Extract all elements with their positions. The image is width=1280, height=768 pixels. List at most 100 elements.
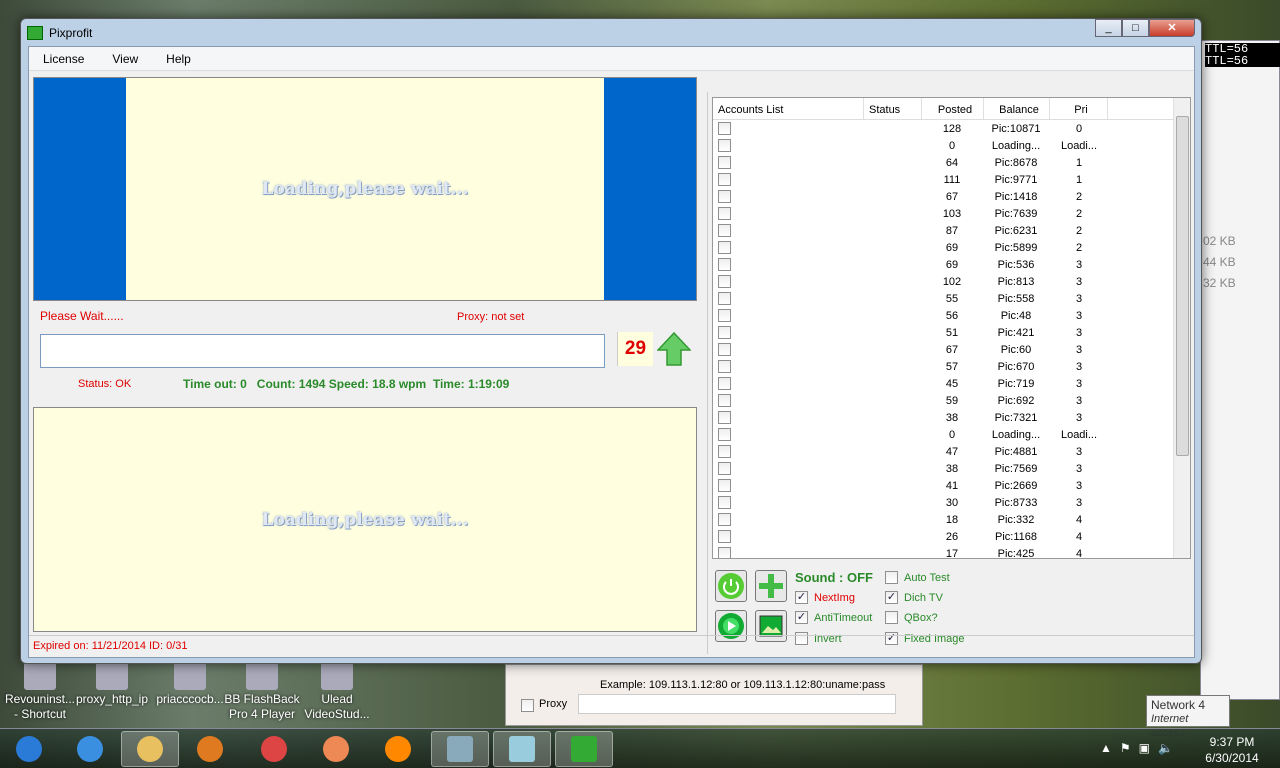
row-checkbox[interactable] [718,309,731,322]
menu-view[interactable]: View [98,52,152,66]
desktop-icon[interactable]: Ulead VideoStud... [297,662,377,722]
menu-license[interactable]: License [29,52,98,66]
account-row[interactable]: 103 Pic:7639 2 [713,205,1190,222]
column-pri[interactable]: Pri [1050,98,1108,119]
row-checkbox[interactable] [718,122,731,135]
column-posted[interactable]: Posted [922,98,984,119]
vlc-icon[interactable] [369,731,427,767]
scroll-thumb[interactable] [1176,116,1189,456]
account-row[interactable]: 47 Pic:4881 3 [713,443,1190,460]
row-checkbox[interactable] [718,445,731,458]
row-checkbox[interactable] [718,547,731,558]
app-window-icon[interactable] [431,731,489,767]
option-antitimeout[interactable]: ✓ AntiTimeout [795,611,872,624]
account-row[interactable]: 38 Pic:7569 3 [713,460,1190,477]
option-auto-test[interactable]: Auto Test [885,571,950,584]
row-checkbox[interactable] [718,156,731,169]
desktop-icon[interactable]: priacccocb... [150,662,230,707]
minimize-button[interactable]: _ [1095,19,1122,37]
code-icon[interactable] [555,731,613,767]
row-checkbox[interactable] [718,258,731,271]
option-checkbox[interactable] [885,571,898,584]
row-checkbox[interactable] [718,479,731,492]
account-row[interactable]: 0 Loading... Loadi... [713,137,1190,154]
account-row[interactable]: 87 Pic:6231 2 [713,222,1190,239]
captcha-input[interactable] [40,334,605,368]
row-checkbox[interactable] [718,241,731,254]
row-checkbox[interactable] [718,224,731,237]
account-row[interactable]: 55 Pic:558 3 [713,290,1190,307]
account-row[interactable]: 45 Pic:719 3 [713,375,1190,392]
account-row[interactable]: 69 Pic:5899 2 [713,239,1190,256]
option-qbox[interactable]: QBox? [885,611,938,624]
row-checkbox[interactable] [718,377,731,390]
option-checkbox[interactable] [885,611,898,624]
account-row[interactable]: 0 Loading... Loadi... [713,426,1190,443]
row-checkbox[interactable] [718,530,731,543]
account-row[interactable]: 30 Pic:8733 3 [713,494,1190,511]
account-row[interactable]: 67 Pic:1418 2 [713,188,1190,205]
option-nextimg[interactable]: ✓ NextImg [795,591,855,604]
row-checkbox[interactable] [718,207,731,220]
row-checkbox[interactable] [718,394,731,407]
account-row[interactable]: 26 Pic:1168 4 [713,528,1190,545]
please-wait-text: Please Wait...... [40,309,124,323]
row-checkbox[interactable] [718,496,731,509]
system-tray-icons[interactable]: ▲⚑▣🔈 [1100,741,1181,755]
option-dich-tv[interactable]: ✓ Dich TV [885,591,943,604]
account-row[interactable]: 41 Pic:2669 3 [713,477,1190,494]
notepad-icon[interactable] [493,731,551,767]
account-row[interactable]: 57 Pic:670 3 [713,358,1190,375]
account-row[interactable]: 111 Pic:9771 1 [713,171,1190,188]
row-checkbox[interactable] [718,190,731,203]
desktop-icon[interactable]: Revouninst... - Shortcut [0,662,80,722]
account-row[interactable]: 69 Pic:536 3 [713,256,1190,273]
sound-toggle[interactable]: Sound : OFF [795,570,873,585]
column-status[interactable]: Status [864,98,922,119]
row-checkbox[interactable] [718,411,731,424]
account-row[interactable]: 128 Pic:10871 0 [713,120,1190,137]
row-checkbox[interactable] [718,428,731,441]
menu-help[interactable]: Help [152,52,205,66]
account-row[interactable]: 38 Pic:7321 3 [713,409,1190,426]
row-checkbox[interactable] [718,326,731,339]
account-row[interactable]: 59 Pic:692 3 [713,392,1190,409]
account-row[interactable]: 56 Pic:48 3 [713,307,1190,324]
firefox-icon[interactable] [307,731,365,767]
list-scrollbar[interactable] [1173,98,1190,558]
proxy-input[interactable] [578,694,896,714]
account-row[interactable]: 102 Pic:813 3 [713,273,1190,290]
clock[interactable]: 9:37 PM 6/30/2014 [1200,734,1264,766]
chrome-icon[interactable] [245,731,303,767]
column-balance[interactable]: Balance [984,98,1050,119]
account-row[interactable]: 17 Pic:425 4 [713,545,1190,558]
media-player-icon[interactable] [181,731,239,767]
add-account-button[interactable] [755,570,787,602]
row-checkbox[interactable] [718,173,731,186]
proxy-checkbox[interactable] [521,699,534,712]
row-checkbox[interactable] [718,513,731,526]
account-row[interactable]: 18 Pic:332 4 [713,511,1190,528]
desktop-icon[interactable]: proxy_http_ip [72,662,152,707]
file-explorer-icon[interactable] [121,731,179,767]
internet-explorer-icon[interactable] [61,731,119,767]
option-checkbox[interactable]: ✓ [795,611,808,624]
option-checkbox[interactable]: ✓ [885,591,898,604]
start-icon[interactable] [0,731,58,767]
column-accounts[interactable]: Accounts List [713,98,864,119]
option-checkbox[interactable]: ✓ [795,591,808,604]
power-button[interactable] [715,570,747,602]
row-checkbox[interactable] [718,462,731,475]
row-checkbox[interactable] [718,275,731,288]
account-row[interactable]: 67 Pic:60 3 [713,341,1190,358]
row-checkbox[interactable] [718,139,731,152]
row-checkbox[interactable] [718,343,731,356]
maximize-button[interactable]: □ [1122,19,1149,37]
desktop-icon[interactable]: BB FlashBack Pro 4 Player [222,662,302,722]
arrow-up-icon[interactable] [656,331,692,366]
row-checkbox[interactable] [718,360,731,373]
close-button[interactable]: ✕ [1149,19,1195,37]
row-checkbox[interactable] [718,292,731,305]
account-row[interactable]: 64 Pic:8678 1 [713,154,1190,171]
account-row[interactable]: 51 Pic:421 3 [713,324,1190,341]
